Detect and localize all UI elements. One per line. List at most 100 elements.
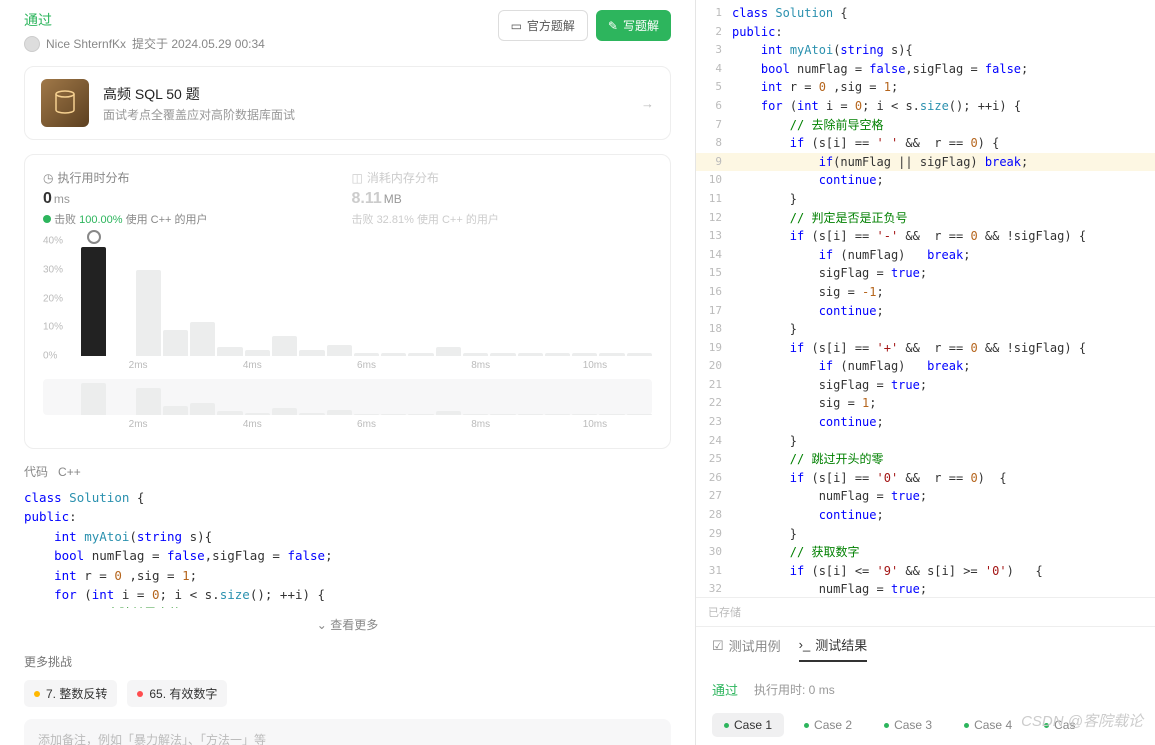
code-line[interactable]: 20 if (numFlag) break; <box>696 357 1155 376</box>
case-status-dot <box>1044 723 1049 728</box>
stats-header: ◷执行用时分布 0ms 击败 100.00% 使用 C++ 的用户 ◫消耗内存分… <box>43 169 652 227</box>
chart-bar[interactable] <box>272 336 297 356</box>
code-line[interactable]: 22 sig = 1; <box>696 394 1155 413</box>
chart-bar[interactable] <box>190 322 215 357</box>
mini-bar[interactable] <box>599 414 624 415</box>
code-line[interactable]: 30 // 获取数字 <box>696 543 1155 562</box>
chart-bar[interactable] <box>436 347 461 356</box>
chart-bar[interactable] <box>163 330 188 356</box>
mini-bar[interactable] <box>136 388 161 415</box>
mini-bar[interactable] <box>217 411 242 415</box>
mini-bar[interactable] <box>545 414 570 415</box>
chart-bar[interactable] <box>599 353 624 356</box>
code-line[interactable]: 15 sigFlag = true; <box>696 264 1155 283</box>
code-line[interactable]: 24 } <box>696 432 1155 451</box>
code-editor[interactable]: 1class Solution {2public:3 int myAtoi(st… <box>696 0 1155 597</box>
memory-col[interactable]: ◫消耗内存分布 8.11MB 击败 32.81% 使用 C++ 的用户 <box>352 169 653 227</box>
database-icon <box>41 79 89 127</box>
chart-bar[interactable] <box>217 347 242 356</box>
case-tab[interactable]: Cas <box>1032 713 1087 737</box>
chart-bar[interactable] <box>81 247 106 356</box>
mini-bar[interactable] <box>463 414 488 415</box>
promo-card[interactable]: 高频 SQL 50 题 面试考点全覆盖应对高阶数据库面试 → <box>24 66 671 140</box>
code-line[interactable]: 2public: <box>696 23 1155 42</box>
line-number: 28 <box>696 506 732 525</box>
case-tab[interactable]: Case 3 <box>872 713 944 737</box>
write-solution-button[interactable]: ✎ 写题解 <box>596 10 671 41</box>
tab-test-cases[interactable]: ☑ 测试用例 <box>712 635 781 662</box>
challenge-label: 65. 有效数字 <box>149 685 217 702</box>
mini-bar[interactable] <box>518 414 543 415</box>
code-line[interactable]: 17 continue; <box>696 302 1155 321</box>
chart-bar[interactable] <box>327 345 352 357</box>
mini-bar[interactable] <box>81 383 106 415</box>
mini-bar[interactable] <box>327 410 352 415</box>
challenge-chip[interactable]: 7. 整数反转 <box>24 680 117 707</box>
code-line[interactable]: 11 } <box>696 190 1155 209</box>
chart-bar[interactable] <box>545 353 570 356</box>
case-tab[interactable]: Case 1 <box>712 713 784 737</box>
checklist-icon: ☑ <box>712 638 724 654</box>
chart-bar[interactable] <box>136 270 161 356</box>
code-line[interactable]: 7 // 去除前导空格 <box>696 116 1155 135</box>
code-line[interactable]: 26 if (s[i] == '0' && r == 0) { <box>696 469 1155 488</box>
code-line[interactable]: 28 continue; <box>696 506 1155 525</box>
expand-label: 查看更多 <box>330 618 378 632</box>
challenge-chip[interactable]: 65. 有效数字 <box>127 680 227 707</box>
chart-bar[interactable] <box>627 353 652 356</box>
official-solution-button[interactable]: ▭ 官方题解 <box>498 10 588 41</box>
code-line[interactable]: 32 numFlag = true; <box>696 580 1155 597</box>
mini-bar[interactable] <box>408 414 433 415</box>
code-line[interactable]: 1class Solution { <box>696 4 1155 23</box>
mini-bar[interactable] <box>245 413 270 415</box>
mini-bar[interactable] <box>299 413 324 415</box>
chart-bar[interactable] <box>408 353 433 356</box>
chart-bar[interactable] <box>299 350 324 356</box>
chart-mini[interactable] <box>43 379 652 415</box>
code-line[interactable]: 3 int myAtoi(string s){ <box>696 41 1155 60</box>
chart-bar[interactable] <box>381 353 406 356</box>
code-line[interactable]: 4 bool numFlag = false,sigFlag = false; <box>696 60 1155 79</box>
chart-main[interactable]: 40%30%20%10%0% <box>43 241 652 356</box>
code-line[interactable]: 14 if (numFlag) break; <box>696 246 1155 265</box>
code-line[interactable]: 31 if (s[i] <= '9' && s[i] >= '0') { <box>696 562 1155 581</box>
code-line[interactable]: 12 // 判定是否是正负号 <box>696 209 1155 228</box>
chart-bar[interactable] <box>518 353 543 356</box>
code-line[interactable]: 25 // 跳过开头的零 <box>696 450 1155 469</box>
code-line[interactable]: 6 for (int i = 0; i < s.size(); ++i) { <box>696 97 1155 116</box>
mini-bar[interactable] <box>436 411 461 415</box>
case-tab[interactable]: Case 2 <box>792 713 864 737</box>
code-line[interactable]: 10 continue; <box>696 171 1155 190</box>
chart-bar[interactable] <box>245 350 270 356</box>
code-line[interactable]: 5 int r = 0 ,sig = 1; <box>696 78 1155 97</box>
chart-bar[interactable] <box>572 353 597 356</box>
mini-bar[interactable] <box>572 414 597 415</box>
case-label: Case 1 <box>734 718 772 732</box>
code-line[interactable]: 16 sig = -1; <box>696 283 1155 302</box>
code-line[interactable]: 13 if (s[i] == '-' && r == 0 && !sigFlag… <box>696 227 1155 246</box>
code-line[interactable]: 9 if(numFlag || sigFlag) break; <box>696 153 1155 172</box>
chart-bar[interactable] <box>354 353 379 356</box>
mini-bar[interactable] <box>190 403 215 415</box>
expand-code-button[interactable]: ⌄ 查看更多 <box>24 608 671 641</box>
mini-bar[interactable] <box>490 414 515 415</box>
code-line[interactable]: 19 if (s[i] == '+' && r == 0 && !sigFlag… <box>696 339 1155 358</box>
runtime-col[interactable]: ◷执行用时分布 0ms 击败 100.00% 使用 C++ 的用户 <box>43 169 344 227</box>
mini-bar[interactable] <box>354 414 379 415</box>
chart-bar[interactable] <box>463 353 488 356</box>
mini-bar[interactable] <box>163 406 188 415</box>
code-line[interactable]: 23 continue; <box>696 413 1155 432</box>
runtime-value: 0ms <box>43 190 344 208</box>
code-line[interactable]: 21 sigFlag = true; <box>696 376 1155 395</box>
case-tab[interactable]: Case 4 <box>952 713 1024 737</box>
code-line[interactable]: 29 } <box>696 525 1155 544</box>
code-line[interactable]: 27 numFlag = true; <box>696 487 1155 506</box>
mini-bar[interactable] <box>627 414 652 415</box>
mini-bar[interactable] <box>272 408 297 415</box>
mini-bar[interactable] <box>381 414 406 415</box>
chart-bar[interactable] <box>490 353 515 356</box>
tab-test-results[interactable]: ›_ 测试结果 <box>799 635 868 662</box>
notes-input[interactable]: 添加备注，例如「暴力解法」、「方法一」等 <box>24 719 671 745</box>
code-line[interactable]: 18 } <box>696 320 1155 339</box>
code-line[interactable]: 8 if (s[i] == ' ' && r == 0) { <box>696 134 1155 153</box>
